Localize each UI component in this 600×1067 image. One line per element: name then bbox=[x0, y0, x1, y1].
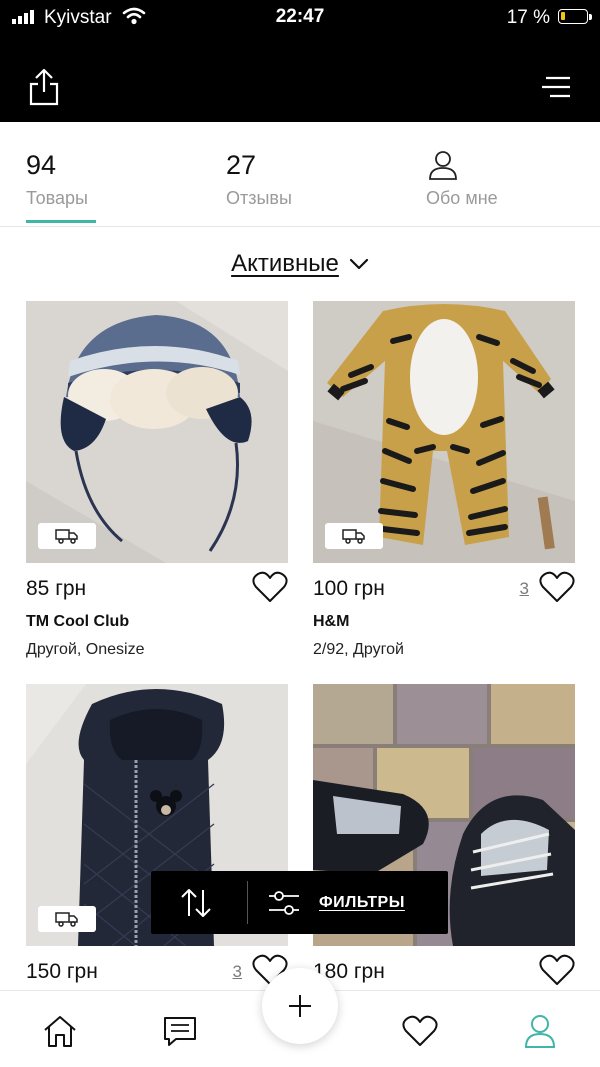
product-details: Другой, Onesize bbox=[26, 641, 145, 658]
tab-products[interactable]: 94 Товары bbox=[26, 122, 146, 226]
status-bar: Kyivstar 22:47 17 % bbox=[0, 0, 600, 34]
reviews-count: 27 bbox=[226, 150, 257, 180]
product-photo[interactable] bbox=[313, 301, 575, 563]
likes-count[interactable]: 3 bbox=[233, 962, 242, 982]
product-price: 100 грн bbox=[313, 577, 385, 600]
divider bbox=[247, 881, 248, 924]
product-details: 2/92, Другой bbox=[313, 641, 404, 658]
product-photo[interactable] bbox=[26, 301, 288, 563]
user-icon bbox=[429, 151, 457, 180]
filters-label: ФИЛЬТРЫ bbox=[319, 893, 405, 911]
product-price: 150 грн bbox=[26, 960, 98, 983]
battery-icon bbox=[558, 9, 592, 24]
active-tab-indicator bbox=[26, 220, 96, 223]
sort-icon[interactable] bbox=[179, 888, 213, 918]
nav-favorites[interactable] bbox=[400, 1013, 440, 1049]
about-label: Обо мне bbox=[426, 188, 498, 208]
home-icon bbox=[44, 1016, 76, 1047]
filters-button[interactable]: ФИЛЬТРЫ bbox=[269, 871, 405, 934]
reviews-label: Отзывы bbox=[226, 188, 292, 208]
favorite-heart-icon[interactable] bbox=[252, 571, 288, 603]
status-filter-label: Активные bbox=[231, 250, 339, 277]
profile-icon bbox=[524, 1015, 556, 1048]
tab-reviews[interactable]: 27 Отзывы bbox=[226, 122, 346, 226]
product-price: 85 грн bbox=[26, 577, 87, 600]
messages-icon bbox=[164, 1017, 196, 1046]
delivery-badge bbox=[38, 906, 96, 932]
filter-sliders-icon bbox=[269, 890, 299, 915]
favorite-heart-icon[interactable] bbox=[539, 954, 575, 986]
delivery-badge bbox=[38, 523, 96, 549]
products-label: Товары bbox=[26, 188, 88, 208]
delivery-truck-icon bbox=[55, 529, 78, 544]
profile-tabs: 94 Товары 27 Отзывы Обо мне bbox=[0, 122, 600, 227]
app-header bbox=[0, 34, 600, 122]
status-filter-dropdown[interactable]: Активные bbox=[0, 247, 600, 281]
menu-icon[interactable] bbox=[542, 76, 570, 98]
product-brand: H&M bbox=[313, 613, 350, 630]
sort-filter-bar: ФИЛЬТРЫ bbox=[151, 871, 448, 934]
nav-messages[interactable] bbox=[160, 1013, 200, 1049]
nav-profile[interactable] bbox=[520, 1013, 560, 1049]
delivery-truck-icon bbox=[342, 529, 365, 544]
add-icon bbox=[289, 995, 311, 1017]
favorite-heart-icon[interactable] bbox=[539, 571, 575, 603]
chevron-down-icon bbox=[349, 258, 368, 270]
tab-about[interactable]: Обо мне bbox=[426, 122, 566, 226]
delivery-truck-icon bbox=[55, 912, 78, 927]
share-icon[interactable] bbox=[28, 68, 60, 106]
products-count: 94 bbox=[26, 150, 57, 180]
nav-home[interactable] bbox=[40, 1013, 80, 1049]
likes-count[interactable]: 3 bbox=[520, 579, 529, 599]
product-brand: TM Cool Club bbox=[26, 613, 130, 630]
favorites-icon bbox=[402, 1015, 438, 1046]
add-item-button[interactable] bbox=[262, 968, 338, 1044]
delivery-badge bbox=[325, 523, 383, 549]
battery-percent: 17 % bbox=[506, 7, 550, 28]
